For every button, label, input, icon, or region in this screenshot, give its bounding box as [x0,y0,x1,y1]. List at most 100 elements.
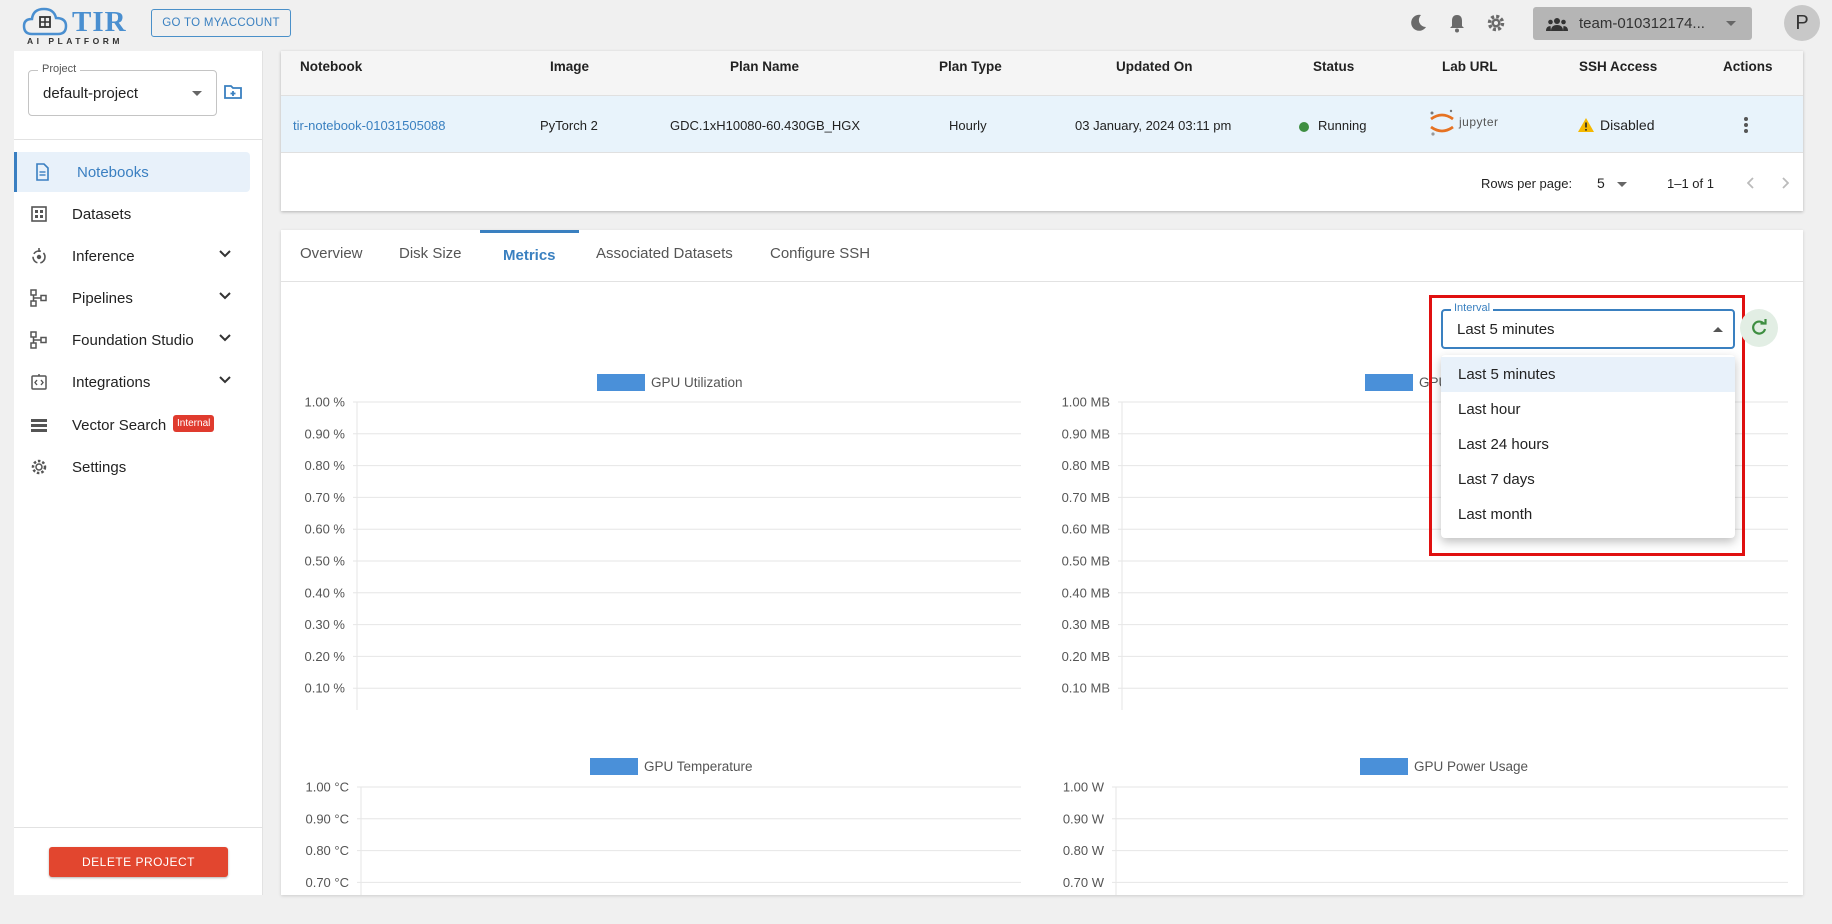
notebook-name-link[interactable]: tir-notebook-01031505088 [293,118,446,133]
tab-metrics[interactable]: Metrics [503,247,556,264]
team-icon [1546,17,1568,31]
chevron-down-icon [1726,21,1736,26]
jupyter-label: jupyter [1459,115,1499,129]
y-tick-label: 0.80 °C [305,843,349,858]
interval-option-last-24-hours[interactable]: Last 24 hours [1441,427,1735,462]
jupyter-lab-link[interactable]: jupyter [1429,109,1519,139]
y-tick-label: 0.20 % [305,649,346,664]
cell-plan-type: Hourly [949,118,987,133]
active-tab-indicator [480,230,579,233]
tir-logo[interactable]: TIR AI PLATFORM [22,4,132,46]
sidebar-item-label: Pipelines [72,289,133,307]
delete-project-button[interactable]: DELETE PROJECT [49,847,228,877]
rows-per-page-label: Rows per page: [1481,176,1573,191]
y-tick-label: 0.90 °C [305,811,349,826]
inference-icon [32,248,46,264]
divider [14,139,263,140]
y-tick-label: 0.40 MB [1062,585,1110,600]
sidebar-item-label: Notebooks [77,163,149,181]
col-header-updated-on[interactable]: Updated On [1116,59,1193,74]
col-header-plan-name[interactable]: Plan Name [730,59,799,74]
interval-option-last-hour[interactable]: Last hour [1441,392,1735,427]
foundation-studio-icon [30,331,47,349]
notebooks-table: Notebook Image Plan Name Plan Type Updat… [281,51,1803,211]
sidebar-item-label: Foundation Studio [72,331,194,349]
prev-page-icon[interactable] [1747,177,1755,189]
sidebar-item-notebooks[interactable]: Notebooks [14,152,250,192]
col-header-notebook[interactable]: Notebook [300,59,362,74]
col-header-ssh-access[interactable]: SSH Access [1579,59,1657,74]
chart-svg: GPU Temperature 1.00 °C 0.90 °C 0.80 °C 0.70… [305,758,1021,895]
logo-text: TIR [72,6,127,38]
avatar[interactable]: P [1784,5,1820,41]
col-header-image[interactable]: Image [550,59,589,74]
cell-status: Running [1318,118,1367,133]
interval-option-last-month[interactable]: Last month [1441,497,1735,532]
y-tick-label: 0.50 MB [1062,554,1110,569]
team-selector[interactable]: team-010312174... [1533,7,1752,40]
refresh-icon [1752,319,1767,335]
col-header-status[interactable]: Status [1313,59,1354,74]
sidebar-item-foundation-studio[interactable]: Foundation Studio [14,320,250,360]
settings-gear-icon [31,459,47,475]
sidebar-item-pipelines[interactable]: Pipelines [14,278,250,318]
y-tick-label: 1.00 MB [1062,395,1110,410]
gear-icon[interactable] [1485,12,1507,34]
y-tick-label: 0.70 W [1063,875,1105,890]
y-tick-label: 0.70 °C [305,875,349,890]
sidebar-item-label: Settings [72,458,127,476]
tab-associated-datasets[interactable]: Associated Datasets [596,245,733,262]
project-value: default-project [43,85,139,102]
interval-select[interactable]: Interval Last 5 minutes [1441,302,1735,349]
sidebar-item-label: Datasets [72,205,132,223]
refresh-button[interactable] [1740,309,1778,347]
tab-configure-ssh[interactable]: Configure SSH [770,245,870,262]
gpu-utilization-chart: GPU Utilization 1.00 % 0.90 % 0.80 % 0.70 % 0… [291,370,1031,710]
interval-option-last-7-days[interactable]: Last 7 days [1441,462,1735,497]
y-tick-label: 0.80 W [1063,843,1105,858]
team-label: team-010312174... [1579,15,1705,32]
y-tick-label: 0.80 % [305,458,346,473]
y-tick-label: 0.80 MB [1062,458,1110,473]
table-row[interactable]: tir-notebook-01031505088 PyTorch 2 GDC.1… [281,96,1803,153]
rows-per-page-select[interactable]: 5 [1597,175,1605,191]
interval-option-last-5-minutes[interactable]: Last 5 minutes [1441,357,1735,392]
sidebar-item-label: Integrations [72,373,151,391]
more-vert-icon[interactable] [1743,116,1749,134]
tab-overview[interactable]: Overview [300,245,363,262]
y-tick-label: 0.20 MB [1062,649,1110,664]
col-header-lab-url[interactable]: Lab URL [1442,59,1498,74]
internal-badge: Internal [173,415,215,432]
logo-subtext: AI PLATFORM [27,36,123,46]
chevron-down-icon [219,292,231,300]
y-tick-label: 0.90 W [1063,811,1105,826]
chart-svg: GPU Utilization 1.00 % 0.90 % 0.80 % 0.70 % 0… [305,374,1021,710]
chart-svg: GPU Power Usage 1.00 W 0.90 W 0.80 W 0.70 W [1063,758,1788,895]
sidebar-item-vector-search[interactable]: Vector Search Internal [14,405,250,445]
interval-menu: Last 5 minutes Last hour Last 24 hours L… [1441,355,1735,538]
dark-mode-icon[interactable] [1407,12,1429,34]
sidebar-item-label: Vector Search [72,416,167,434]
cell-plan-name: GDC.1xH10080-60.430GB_HGX [670,118,861,133]
cell-ssh-access: Disabled [1600,117,1655,133]
table-header: Notebook Image Plan Name Plan Type Updat… [281,51,1803,96]
new-folder-icon[interactable] [224,84,242,99]
divider [14,827,263,828]
project-select[interactable]: Project default-project [28,63,217,116]
document-icon [36,163,49,181]
sidebar-item-label: Inference [72,247,135,265]
legend-label: GPU Temperature [644,759,753,774]
col-header-plan-type[interactable]: Plan Type [939,59,1002,74]
go-to-myaccount-button[interactable]: GO TO MYACCOUNT [151,9,291,37]
sidebar-item-settings[interactable]: Settings [14,447,250,487]
next-page-icon[interactable] [1781,177,1789,189]
y-tick-label: 0.30 MB [1062,617,1110,632]
bell-icon[interactable] [1446,12,1468,34]
y-tick-label: 0.50 % [305,554,346,569]
sidebar-item-inference[interactable]: Inference [14,236,250,276]
sidebar-item-datasets[interactable]: Datasets [14,194,250,234]
legend-swatch [1365,374,1413,391]
chevron-down-icon[interactable] [1617,182,1627,187]
tab-disk-size[interactable]: Disk Size [399,245,462,262]
sidebar-item-integrations[interactable]: Integrations [14,362,250,402]
